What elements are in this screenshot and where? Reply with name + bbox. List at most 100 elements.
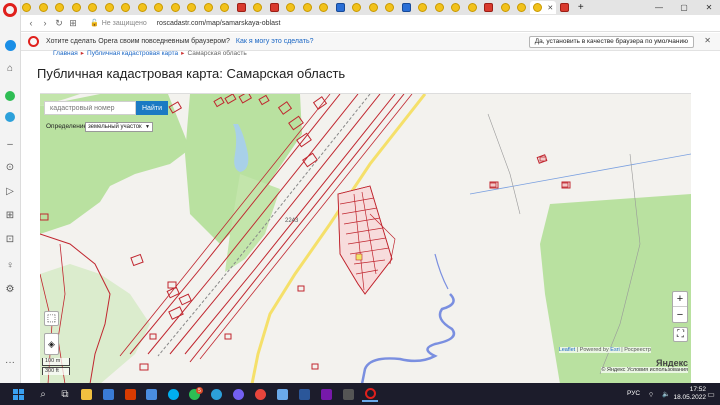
zoom-in-button[interactable]: + <box>673 292 687 307</box>
mail-icon[interactable] <box>143 386 159 402</box>
forward-icon[interactable]: › <box>38 16 52 30</box>
word-icon[interactable] <box>296 386 312 402</box>
speed-dial-icon[interactable] <box>3 38 17 52</box>
chrome-icon[interactable] <box>252 386 268 402</box>
browser-tab[interactable] <box>200 1 217 14</box>
settings-icon[interactable]: ⚙ <box>3 282 17 296</box>
bookmarks-icon[interactable]: ▷ <box>3 184 17 198</box>
telegram-icon[interactable] <box>3 110 17 124</box>
browser-tab[interactable] <box>184 1 201 14</box>
browser-tab[interactable] <box>35 1 52 14</box>
close-tab-icon[interactable]: ✕ <box>547 4 553 12</box>
office-icon[interactable] <box>122 386 138 402</box>
security-status[interactable]: Не защищено <box>102 20 147 27</box>
browser-tab[interactable] <box>52 1 69 14</box>
personal-news-icon[interactable]: ♀ <box>3 258 17 272</box>
input-language[interactable]: РУС <box>627 390 640 397</box>
browser-tab[interactable] <box>332 1 349 14</box>
whatsapp-app-icon[interactable]: 5 <box>186 386 203 402</box>
browser-tab[interactable] <box>233 1 250 14</box>
terms-link[interactable]: Условия использования <box>627 367 688 373</box>
tab-strip: ✕ + <box>0 0 720 15</box>
url-field[interactable]: roscadastr.com/map/samarskaya-oblast <box>157 20 281 27</box>
back-icon[interactable]: ‹ <box>24 16 38 30</box>
telegram-app-icon[interactable] <box>208 386 224 402</box>
browser-tab[interactable] <box>134 1 151 14</box>
search-icon[interactable]: ⌕ <box>35 386 51 402</box>
browser-tab[interactable] <box>266 1 283 14</box>
downloads-icon[interactable]: ⊡ <box>3 232 17 246</box>
breadcrumb-current: Самарская область <box>187 50 247 57</box>
home-icon[interactable]: ⌂ <box>3 61 17 75</box>
browser-tab[interactable] <box>349 1 366 14</box>
browser-tab[interactable] <box>217 1 234 14</box>
minimize-button[interactable]: — <box>650 0 668 15</box>
divider-icon: – <box>7 138 13 150</box>
browser-tab[interactable] <box>299 1 316 14</box>
layers-button[interactable]: ◈ <box>44 333 59 355</box>
reload-icon[interactable]: ↻ <box>52 16 66 30</box>
browser-tab[interactable] <box>151 1 168 14</box>
whatsapp-icon[interactable] <box>3 89 17 103</box>
close-icon[interactable]: ✕ <box>704 36 711 45</box>
breadcrumb-home[interactable]: Главная <box>53 50 78 57</box>
skype-icon[interactable] <box>165 386 181 402</box>
browser-tab[interactable] <box>464 1 481 14</box>
lock-icon[interactable]: 🔓 <box>90 19 99 27</box>
viber-icon[interactable] <box>230 386 246 402</box>
browser-tab[interactable] <box>167 1 184 14</box>
search-button[interactable]: Найти <box>136 101 168 115</box>
breadcrumb-map[interactable]: Публичная кадастровая карта <box>87 50 178 57</box>
browser-tab[interactable] <box>316 1 333 14</box>
browser-tab[interactable] <box>481 1 498 14</box>
breadcrumb: Главная ▸ Публичная кадастровая карта ▸ Сама… <box>53 50 247 57</box>
calculator-icon[interactable] <box>340 386 356 402</box>
browser-tab[interactable] <box>398 1 415 14</box>
system-clock[interactable]: 17:52 18.05.2022 <box>673 386 706 402</box>
promo-link[interactable]: Как я могу это сделать? <box>236 38 314 45</box>
opera-menu-icon[interactable] <box>3 3 17 17</box>
browser-tab[interactable] <box>250 1 267 14</box>
zoom-out-button[interactable]: − <box>673 307 687 322</box>
store-icon[interactable] <box>100 386 116 402</box>
home-grid-icon[interactable]: ⊞ <box>66 16 80 30</box>
windows-start-icon[interactable] <box>10 386 26 402</box>
browser-tab[interactable]: ✕ <box>530 1 556 14</box>
browser-tab[interactable] <box>431 1 448 14</box>
history-icon[interactable]: ⊙ <box>3 160 17 174</box>
leaflet-link[interactable]: Leaflet <box>559 347 576 353</box>
more-icon[interactable]: ··· <box>3 355 17 369</box>
browser-tab[interactable] <box>448 1 465 14</box>
file-explorer-icon[interactable] <box>78 386 94 402</box>
onenote-icon[interactable] <box>318 386 334 402</box>
esri-link[interactable]: Esri <box>610 347 619 353</box>
close-window-button[interactable]: ✕ <box>700 0 718 15</box>
cadastral-map[interactable]: 2243 Найти Определение: земельный участо… <box>40 93 691 383</box>
wifi-icon[interactable]: ⌔ <box>648 390 654 399</box>
task-view-icon[interactable]: ⧉ <box>57 386 73 402</box>
cadastral-search-input[interactable] <box>44 101 136 115</box>
maximize-button[interactable]: ▢ <box>675 0 693 15</box>
new-tab-button[interactable]: + <box>573 1 590 14</box>
photos-icon[interactable] <box>274 386 290 402</box>
browser-tab[interactable] <box>382 1 399 14</box>
browser-tab[interactable] <box>365 1 382 14</box>
browser-tab[interactable] <box>415 1 432 14</box>
browser-tab[interactable] <box>556 1 573 14</box>
tab-favicon-icon <box>55 3 65 12</box>
volume-icon[interactable]: 🔈 <box>662 390 670 398</box>
browser-tab[interactable] <box>118 1 135 14</box>
browser-tab[interactable] <box>101 1 118 14</box>
browser-tab[interactable] <box>514 1 531 14</box>
browser-tab[interactable] <box>283 1 300 14</box>
set-default-button[interactable]: Да, установить в качестве браузера по ум… <box>528 36 694 48</box>
notifications-icon[interactable]: ▭ <box>703 386 719 402</box>
browser-tab[interactable] <box>68 1 85 14</box>
browser-tab[interactable] <box>85 1 102 14</box>
fullscreen-button[interactable]: ⛶ <box>673 327 688 342</box>
browser-tab[interactable] <box>497 1 514 14</box>
definition-select[interactable]: земельный участок ▼ <box>85 122 153 132</box>
extensions-icon[interactable]: ⊞ <box>3 208 17 222</box>
select-area-button[interactable]: ⬚ <box>44 311 59 326</box>
opera-taskbar-icon[interactable] <box>362 386 378 402</box>
